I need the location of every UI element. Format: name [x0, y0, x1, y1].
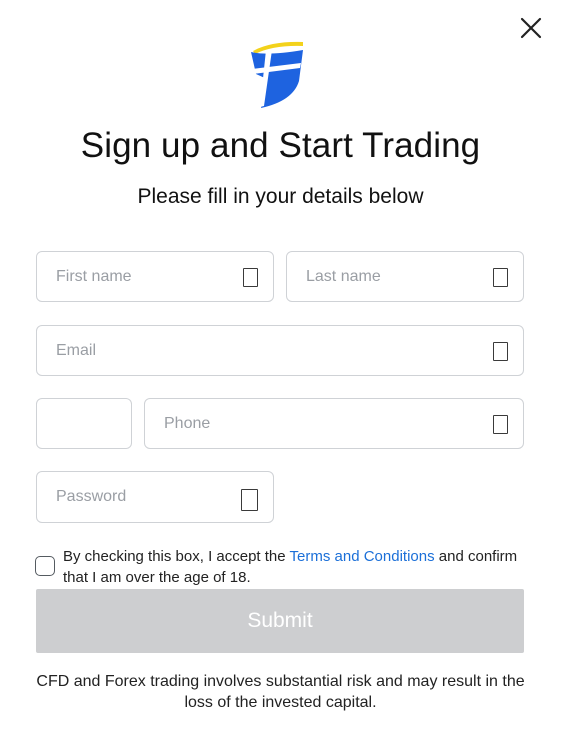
- last-name-input[interactable]: [287, 252, 523, 301]
- terms-checkbox[interactable]: [35, 556, 55, 576]
- page-title: Sign up and Start Trading: [80, 126, 481, 165]
- autofill-icon: [493, 268, 508, 287]
- email-input[interactable]: [37, 326, 523, 375]
- consent-text-before: By checking this box, I accept the: [63, 548, 290, 565]
- autofill-icon: [493, 342, 508, 361]
- password-input[interactable]: [37, 472, 273, 522]
- terms-link[interactable]: Terms and Conditions: [290, 548, 435, 565]
- risk-disclaimer: CFD and Forex trading involves substanti…: [36, 673, 525, 711]
- autofill-icon: [493, 415, 508, 434]
- terms-consent-text: By checking this box, I accept the Terms…: [63, 546, 533, 588]
- password-field[interactable]: [36, 471, 274, 523]
- first-name-field[interactable]: [36, 251, 274, 302]
- last-name-field[interactable]: [286, 251, 524, 302]
- autofill-icon: [241, 489, 258, 511]
- shield-logo-icon: [251, 41, 303, 108]
- country-code-input[interactable]: [37, 399, 131, 448]
- phone-input[interactable]: [145, 399, 523, 448]
- close-icon[interactable]: [518, 15, 544, 41]
- email-field[interactable]: [36, 325, 524, 376]
- phone-field[interactable]: [144, 398, 524, 449]
- country-code-field[interactable]: [36, 398, 132, 449]
- autofill-icon: [243, 268, 258, 287]
- page-subtitle: Please fill in your details below: [137, 185, 424, 208]
- submit-button[interactable]: Submit: [36, 589, 524, 653]
- first-name-input[interactable]: [37, 252, 273, 301]
